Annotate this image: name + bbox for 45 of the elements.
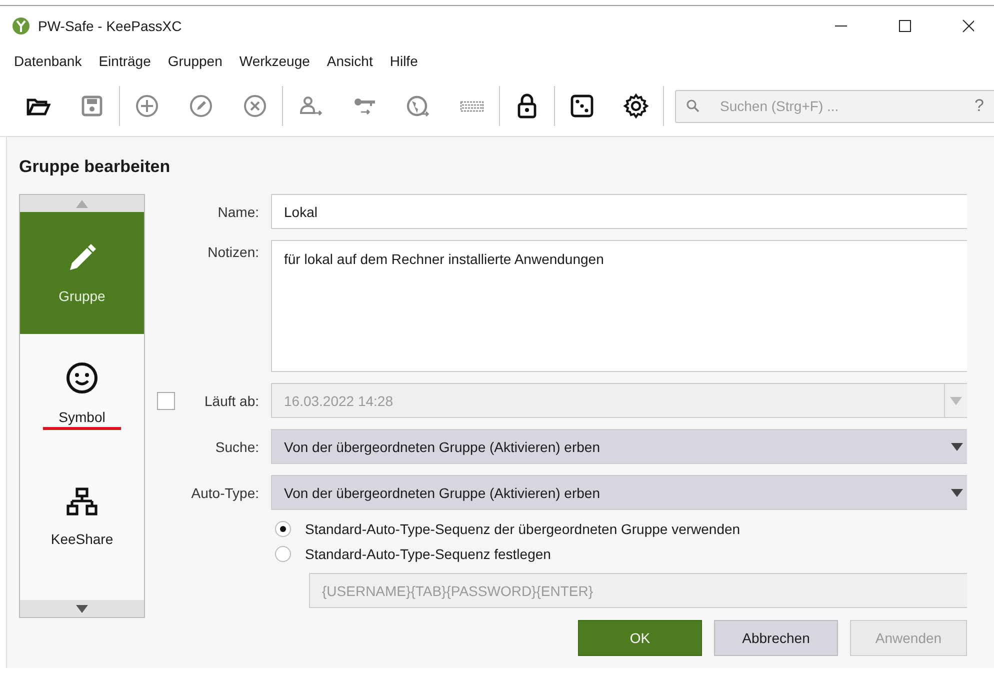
dice-icon[interactable]	[568, 92, 596, 120]
field-label: Notizen:	[206, 243, 259, 260]
field-label: Auto-Type:	[190, 484, 259, 500]
dialog-title: Gruppe bearbeiten	[19, 157, 172, 177]
network-icon	[66, 487, 98, 517]
field-label: Suche:	[214, 438, 259, 454]
close-icon[interactable]	[962, 19, 974, 33]
menu-item[interactable]: Gruppen	[168, 53, 222, 69]
category-label: Gruppe	[58, 288, 106, 304]
window-title: PW-Safe - KeePassXC	[38, 18, 183, 34]
scroll-up-button[interactable]	[20, 195, 144, 212]
notes-field[interactable]: für lokal auf dem Rechner installierte Anwendungen	[271, 240, 967, 372]
radio-option[interactable]: Standard-Auto-Type-Sequenz der übergeordneten Gruppe verwenden	[275, 521, 967, 537]
smiley-icon	[65, 360, 99, 394]
dropdown-arrow-icon	[950, 396, 962, 404]
help-icon[interactable]: ?	[974, 96, 984, 116]
category-item[interactable]: Gruppe	[20, 212, 144, 334]
search-icon	[686, 99, 700, 113]
scroll-down-button[interactable]	[20, 600, 144, 617]
category-item[interactable]: KeeShare	[20, 456, 144, 578]
checkbox[interactable]	[157, 392, 175, 410]
category-label: Symbol	[58, 408, 106, 424]
field-label: Name:	[216, 204, 259, 220]
settings-icon[interactable]	[622, 92, 650, 120]
maximize-icon[interactable]	[898, 19, 912, 33]
menu-item[interactable]: Hilfe	[390, 53, 418, 69]
menu-item[interactable]: Einträge	[98, 53, 151, 69]
dropdown-arrow-icon	[951, 442, 963, 450]
field-label: Läuft ab:	[204, 392, 259, 408]
menu-item[interactable]: Datenbank	[14, 53, 82, 69]
name-field[interactable]: Lokal	[271, 194, 967, 229]
category-item[interactable]: Symbol	[20, 334, 144, 456]
menu-item[interactable]: Ansicht	[326, 53, 373, 69]
dialog-button[interactable]: Abbrechen	[714, 620, 838, 656]
search-field[interactable]: Suchen (Strg+F) ... ?	[675, 90, 994, 122]
dialog-button[interactable]: OK	[578, 620, 702, 656]
triangle-up-icon	[76, 200, 88, 208]
radio-option[interactable]: Standard-Auto-Type-Sequenz festlegen	[275, 546, 967, 562]
app-logo-icon	[12, 17, 30, 35]
menu-item[interactable]: Werkzeuge	[239, 53, 310, 69]
triangle-down-icon	[76, 604, 88, 612]
auto-type-dropdown[interactable]: Von der übergeordneten Gruppe (Aktivieren) erben	[271, 475, 967, 510]
dropdown-arrow-icon	[951, 488, 963, 496]
search-dropdown[interactable]: Von der übergeordneten Gruppe (Aktivieren) erben	[271, 429, 967, 464]
category-label: KeeShare	[50, 531, 114, 547]
